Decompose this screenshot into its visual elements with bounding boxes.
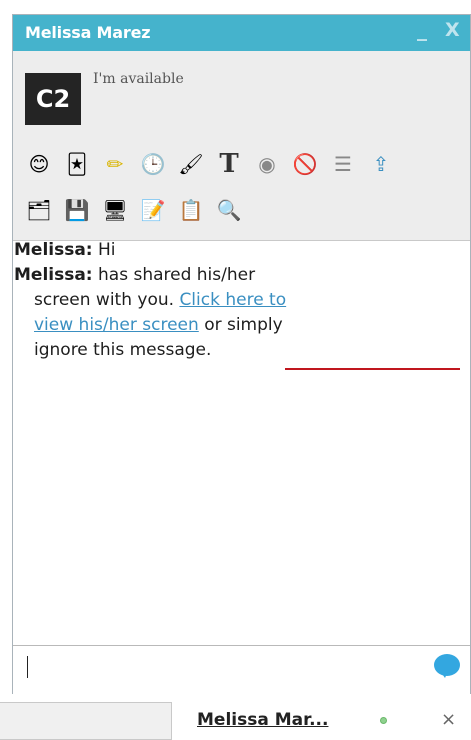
whiteboard-icon[interactable]: 📝 <box>139 196 167 224</box>
profile-panel: C2 I'm available 😊 🃏 ✏ 🕒 🖌 T ◉ 🚫 ☰ ⇪ 🗂 💾… <box>13 51 470 241</box>
minimize-button[interactable]: _ <box>417 17 427 41</box>
view-screen-link[interactable]: view his/her screen <box>34 315 199 335</box>
message-item: Melissa: Hi <box>14 238 444 263</box>
message-text: screen with you. <box>34 290 175 310</box>
online-status-icon <box>380 717 387 724</box>
avatar: C2 <box>25 73 81 125</box>
message-input-area[interactable] <box>13 645 470 695</box>
emoticon-icon[interactable]: 😊 <box>25 150 53 178</box>
status-message: I'm available <box>93 71 184 87</box>
taskbar-chat-tab[interactable]: Melissa Mar... <box>197 710 328 730</box>
send-icon[interactable] <box>434 654 460 678</box>
text-format-icon[interactable]: T <box>215 150 243 178</box>
window-title: Melissa Marez <box>25 23 151 42</box>
toolbar: 😊 🃏 ✏ 🕒 🖌 T ◉ 🚫 ☰ ⇪ 🗂 💾 🖥 📝 📋 🔍 <box>25 147 465 239</box>
taskbar-close-button[interactable]: × <box>441 709 456 730</box>
message-text: or simply <box>204 315 283 335</box>
taskbar-slot[interactable] <box>0 702 172 740</box>
log-icon[interactable]: ☰ <box>329 150 357 178</box>
message-log: Melissa: Hi Melissa: has shared his/her … <box>14 238 444 363</box>
toolbar-row-2: 🗂 💾 🖥 📝 📋 🔍 <box>25 193 465 227</box>
text-caret <box>27 656 28 678</box>
message-item: Melissa: has shared his/her screen with … <box>14 263 444 363</box>
folder-icon[interactable]: 🗂 <box>25 196 53 224</box>
annotation-line <box>285 368 460 370</box>
block-icon[interactable]: 🚫 <box>291 150 319 178</box>
message-line: view his/her screen or simply <box>14 313 444 338</box>
chat-taskbar: Melissa Mar... × <box>0 700 471 740</box>
toolbar-row-1: 😊 🃏 ✏ 🕒 🖌 T ◉ 🚫 ☰ ⇪ <box>25 147 465 181</box>
screen-share-icon[interactable]: 🖥 <box>101 196 129 224</box>
clock-icon[interactable]: 🕒 <box>139 150 167 178</box>
webcam-icon[interactable]: ◉ <box>253 150 281 178</box>
webcam-view-icon[interactable]: 🔍 <box>215 196 243 224</box>
message-sender: Melissa: <box>14 240 93 260</box>
save-icon[interactable]: 💾 <box>63 196 91 224</box>
view-screen-link[interactable]: Click here to <box>179 290 286 310</box>
pencil-icon[interactable]: ✏ <box>101 150 129 178</box>
message-line: screen with you. Click here to <box>14 288 444 313</box>
message-text: has shared his/her <box>98 265 256 285</box>
copy-icon[interactable]: 📋 <box>177 196 205 224</box>
close-button[interactable]: X <box>445 19 460 41</box>
message-line: ignore this message. <box>14 338 444 363</box>
message-text: ignore this message. <box>34 340 212 360</box>
card-icon[interactable]: 🃏 <box>63 150 91 178</box>
title-bar[interactable]: Melissa Marez _ X <box>13 15 470 51</box>
message-sender: Melissa: <box>14 265 93 285</box>
message-text: Hi <box>98 240 116 260</box>
upload-icon[interactable]: ⇪ <box>367 150 395 178</box>
brush-icon[interactable]: 🖌 <box>177 150 205 178</box>
